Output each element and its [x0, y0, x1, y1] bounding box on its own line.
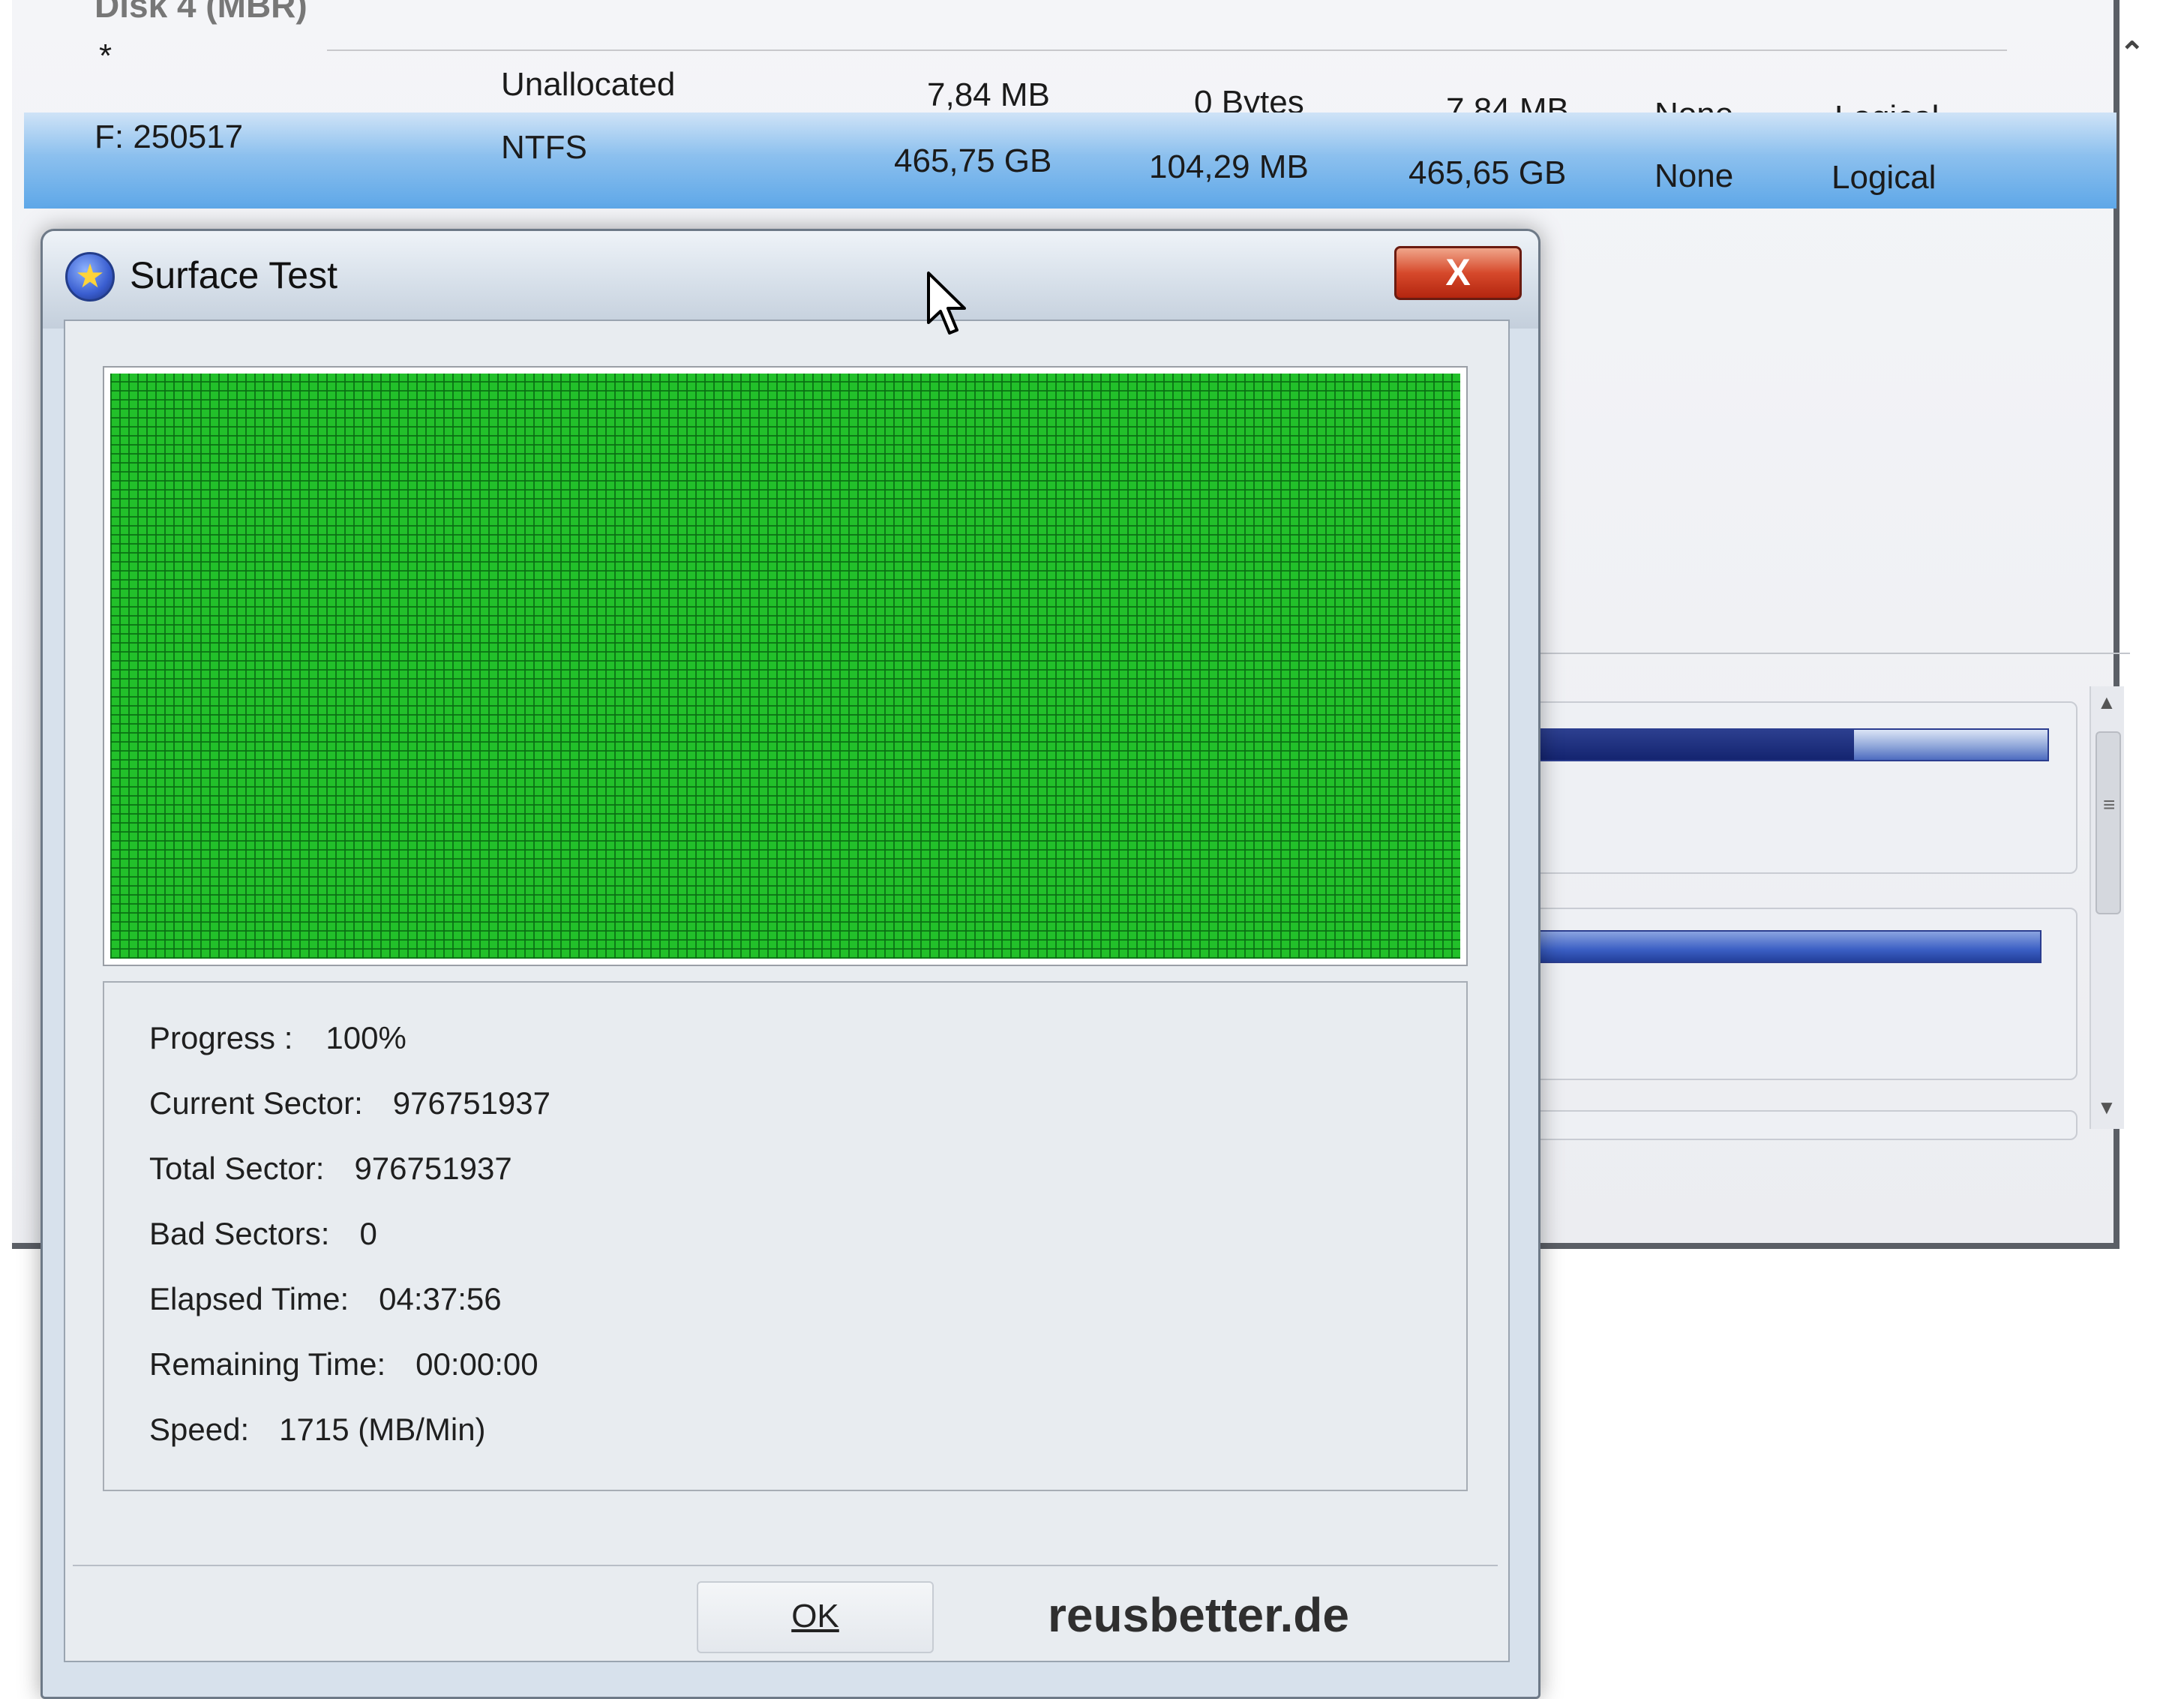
- partition-name: F: 250517: [94, 119, 244, 155]
- grip-icon: ≡: [2103, 793, 2116, 816]
- progress-value: 100%: [326, 1020, 406, 1055]
- scroll-down-icon[interactable]: ▼: [2097, 1096, 2116, 1119]
- current-sector-stat: Current Sector: 976751937: [149, 1085, 550, 1121]
- partition-type: Logical: [1832, 159, 1936, 196]
- dialog-title: Surface Test: [130, 254, 338, 296]
- partition-unused: 465,65 GB: [1408, 155, 1567, 191]
- scroll-thumb[interactable]: ≡: [2096, 731, 2121, 914]
- remaining-time-stat: Remaining Time: 00:00:00: [149, 1346, 538, 1382]
- current-sector-label: Current Sector:: [149, 1085, 363, 1121]
- surface-test-dialog: ★ Surface Test X Progress : 100% Current …: [40, 229, 1540, 1699]
- elapsed-time-value: 04:37:56: [379, 1281, 502, 1316]
- partition-used: 104,29 MB: [1149, 149, 1309, 185]
- mouse-pointer-icon: [927, 272, 966, 335]
- total-sector-label: Total Sector:: [149, 1151, 325, 1186]
- sector-map-frame: [103, 366, 1468, 966]
- partition-row[interactable]: * Unallocated 7,84 MB 0 Bytes 7,84 MB No…: [24, 38, 2116, 136]
- speed-label: Speed:: [149, 1412, 250, 1447]
- disk-usage-bar: [1509, 930, 2042, 963]
- partition-row-selected[interactable]: F: 250517 NTFS 465,75 GB 104,29 MB 465,6…: [24, 113, 2116, 209]
- footer-divider: [73, 1565, 1498, 1566]
- remaining-time-label: Remaining Time:: [149, 1346, 386, 1382]
- dialog-titlebar[interactable]: ★ Surface Test X: [43, 231, 1538, 329]
- disk-header: Disk 4 (MBR): [94, 0, 308, 25]
- partition-capacity: 465,75 GB: [894, 143, 1052, 179]
- elapsed-time-stat: Elapsed Time: 04:37:56: [149, 1281, 502, 1317]
- partition-filesystem: Unallocated: [501, 66, 676, 103]
- scroll-up-icon[interactable]: ▲: [2097, 691, 2116, 714]
- partition-filesystem: NTFS: [501, 129, 587, 166]
- speed-stat: Speed: 1715 (MB/Min): [149, 1412, 486, 1448]
- vertical-scrollbar[interactable]: ▲ ≡ ▼: [2090, 686, 2124, 1129]
- stats-panel: Progress :100% Current Sector: 976751937 …: [103, 981, 1468, 1491]
- bad-sectors-label: Bad Sectors:: [149, 1216, 330, 1251]
- remaining-time-value: 00:00:00: [416, 1346, 538, 1382]
- panel-divider: [1515, 653, 2130, 654]
- progress-label: Progress :: [149, 1020, 293, 1055]
- app-icon: ★: [65, 252, 115, 302]
- total-sector-value: 976751937: [354, 1151, 512, 1186]
- disk-map-card[interactable]: [1508, 701, 2078, 874]
- elapsed-time-label: Elapsed Time:: [149, 1281, 350, 1316]
- partition-flag: None: [1654, 158, 1734, 194]
- sector-map: [110, 374, 1460, 959]
- bad-sectors-value: 0: [359, 1216, 377, 1251]
- bad-sectors-stat: Bad Sectors: 0: [149, 1216, 377, 1252]
- speed-value: 1715 (MB/Min): [279, 1412, 486, 1447]
- partition-capacity: 7,84 MB: [927, 77, 1050, 113]
- total-sector-stat: Total Sector: 976751937: [149, 1151, 512, 1187]
- collapse-icon[interactable]: ⌃: [2120, 36, 2145, 71]
- disk-usage-fill: [1510, 932, 2040, 962]
- watermark: reusbetter.de: [1048, 1588, 1349, 1642]
- disk-usage-bar: [1509, 728, 2049, 761]
- progress-stat: Progress : 100%: [149, 1020, 406, 1056]
- disk-map-card[interactable]: [1508, 1110, 2078, 1140]
- disk-map-card[interactable]: [1508, 908, 2078, 1080]
- dialog-body: Progress :100% Current Sector: 976751937 …: [64, 320, 1510, 1662]
- partition-name: *: [99, 38, 112, 74]
- current-sector-value: 976751937: [392, 1085, 551, 1121]
- ok-button[interactable]: OK: [697, 1581, 934, 1653]
- disk-usage-fill: [1510, 730, 1855, 760]
- close-button[interactable]: X: [1394, 246, 1522, 300]
